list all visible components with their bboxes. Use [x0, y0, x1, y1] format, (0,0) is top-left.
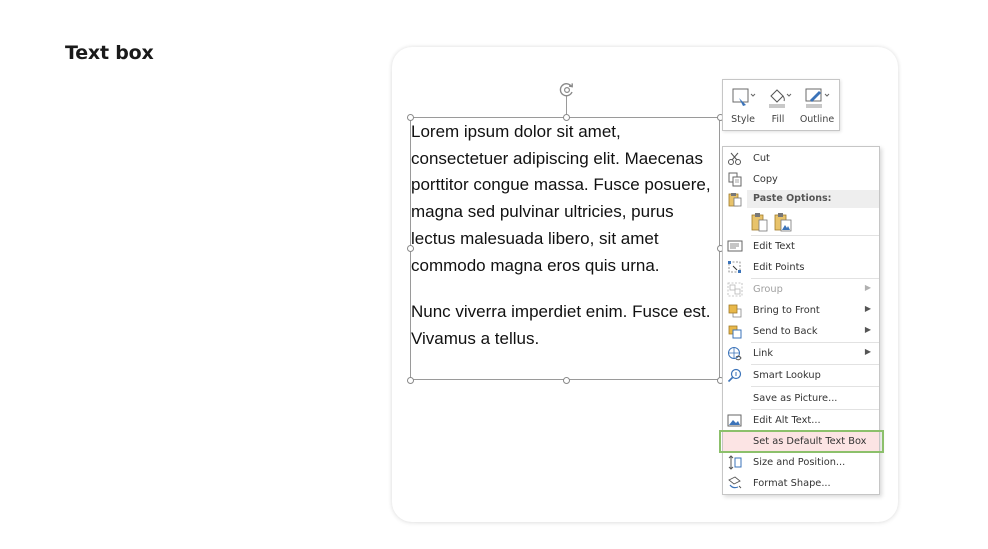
menu-item-edit-text[interactable]: Edit Text	[723, 236, 879, 257]
size-and-position-icon	[727, 455, 743, 470]
rotate-handle-icon[interactable]	[557, 80, 577, 100]
scissors-icon	[727, 151, 743, 166]
menu-item-size-and-position[interactable]: Size and Position...	[723, 452, 879, 473]
menu-label-link: Link	[753, 348, 774, 359]
menu-item-link[interactable]: Link ▶	[723, 343, 879, 364]
submenu-arrow-icon: ▶	[864, 347, 871, 356]
resize-handle-top[interactable]	[563, 114, 570, 121]
edit-points-icon	[727, 260, 743, 275]
resize-handle-left[interactable]	[407, 245, 414, 252]
style-label: Style	[731, 114, 755, 125]
menu-item-group[interactable]: Group ▶	[723, 279, 879, 300]
outline-pen-icon	[797, 84, 837, 110]
group-icon	[727, 282, 743, 297]
menu-item-format-shape[interactable]: Format Shape...	[723, 473, 879, 494]
menu-separator	[751, 386, 879, 387]
menu-item-send-to-back[interactable]: Send to Back ▶	[723, 321, 879, 342]
outline-label: Outline	[799, 114, 835, 125]
menu-item-edit-points[interactable]: Edit Points	[723, 257, 879, 278]
copy-icon	[727, 172, 743, 187]
menu-label-send-to-back: Send to Back	[753, 326, 818, 337]
menu-label-cut: Cut	[753, 153, 770, 164]
link-globe-icon	[727, 346, 743, 361]
menu-item-bring-to-front[interactable]: Bring to Front ▶	[723, 300, 879, 321]
highlight-callout-box	[719, 430, 884, 453]
menu-label-smart-lookup: Smart Lookup	[753, 370, 821, 381]
resize-handle-bottom-left[interactable]	[407, 377, 414, 384]
menu-item-copy[interactable]: Copy	[723, 169, 879, 190]
paste-icon	[727, 192, 743, 207]
menu-label-edit-text: Edit Text	[753, 241, 795, 252]
paste-options-label: Paste Options:	[753, 193, 832, 204]
paste-options-header: Paste Options:	[747, 190, 879, 208]
resize-handle-bottom[interactable]	[563, 377, 570, 384]
section-title: Text box	[65, 42, 154, 64]
menu-item-smart-lookup[interactable]: Smart Lookup	[723, 365, 879, 386]
menu-label-edit-alt-text: Edit Alt Text...	[753, 415, 821, 426]
paste-as-picture-button[interactable]	[773, 211, 793, 233]
menu-item-cut[interactable]: Cut	[723, 148, 879, 169]
resize-handle-top-left[interactable]	[407, 114, 414, 121]
style-icon	[727, 84, 759, 110]
fill-button[interactable]: Fill	[763, 84, 793, 128]
paste-keep-source-button[interactable]	[750, 211, 770, 233]
smart-lookup-icon	[727, 368, 743, 383]
edit-text-icon	[727, 239, 743, 254]
text-paragraph-1: Lorem ipsum dolor sit amet, consectetuer…	[411, 122, 711, 275]
text-box-content[interactable]: Lorem ipsum dolor sit amet, consectetuer…	[411, 119, 721, 373]
menu-label-copy: Copy	[753, 174, 778, 185]
fill-label: Fill	[771, 114, 785, 125]
alt-text-image-icon	[727, 413, 743, 428]
text-paragraph-2: Nunc viverra imperdiet enim. Fusce est. …	[411, 302, 711, 348]
submenu-arrow-icon: ▶	[864, 283, 871, 292]
menu-item-edit-alt-text[interactable]: Edit Alt Text...	[723, 410, 879, 431]
menu-label-edit-points: Edit Points	[753, 262, 805, 273]
menu-item-save-as-picture[interactable]: Save as Picture...	[723, 388, 879, 409]
outline-button[interactable]: Outline	[797, 84, 837, 128]
bring-to-front-icon	[727, 303, 743, 318]
page: Text box Lorem ipsum dolor sit amet, con…	[0, 0, 988, 549]
menu-label-save-as-picture: Save as Picture...	[753, 393, 838, 404]
menu-label-size-and-position: Size and Position...	[753, 457, 846, 468]
format-shape-icon	[727, 476, 743, 491]
style-button[interactable]: Style	[727, 84, 759, 128]
submenu-arrow-icon: ▶	[864, 325, 871, 334]
menu-label-group: Group	[753, 284, 783, 295]
fill-bucket-icon	[763, 84, 793, 110]
send-to-back-icon	[727, 324, 743, 339]
menu-label-format-shape: Format Shape...	[753, 478, 831, 489]
mini-toolbar: Style Fill Outline	[722, 79, 840, 131]
submenu-arrow-icon: ▶	[864, 304, 871, 313]
menu-label-bring-to-front: Bring to Front	[753, 305, 820, 316]
